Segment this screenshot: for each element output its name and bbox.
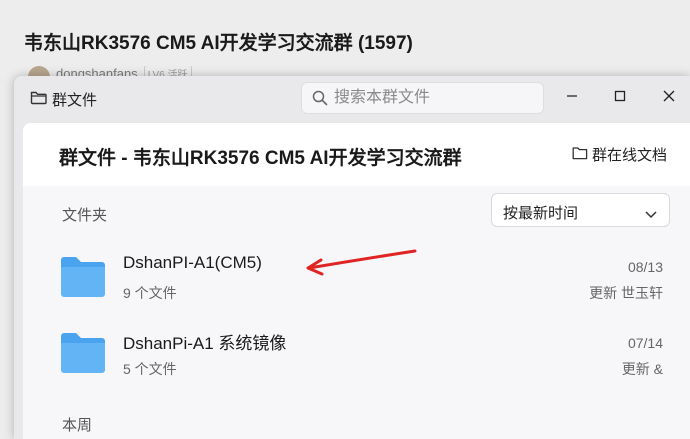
search-box[interactable] (301, 82, 544, 114)
close-button[interactable] (654, 85, 684, 111)
folder-date: 07/14 (627, 335, 663, 351)
folder-name: DshanPi-A1 系统镜像 (123, 334, 287, 353)
folder-updated-by: 更新 & (621, 361, 663, 377)
folder-icon (59, 256, 107, 303)
list-item[interactable]: DshanPi-A1 系统镜像 5 个文件 07/14 更新 & (23, 317, 690, 393)
folder-file-count: 5 个文件 (123, 361, 177, 377)
dialog-titlebar[interactable]: 群文件 (14, 76, 690, 122)
online-docs-label: 群在线文档 (592, 147, 668, 164)
files-panel: 群文件 - 韦东山RK3576 CM5 AI开发学习交流群 群在线文档 文件夹 … (23, 123, 690, 439)
sort-select[interactable]: 按最新时间 (491, 193, 670, 227)
minimize-button[interactable] (557, 85, 587, 111)
sort-label: 按最新时间 (503, 205, 579, 222)
chevron-down-icon (645, 206, 657, 224)
week-section-label: 本周 (62, 417, 93, 434)
folder-name: DshanPI-A1(CM5) (123, 253, 262, 272)
online-docs-button[interactable]: 群在线文档 (572, 144, 667, 165)
folder-icon (59, 332, 107, 379)
maximize-icon (614, 89, 626, 107)
online-doc-icon (572, 146, 588, 164)
close-icon (663, 89, 675, 107)
maximize-button[interactable] (605, 85, 635, 111)
search-icon (312, 90, 328, 106)
folder-file-count: 9 个文件 (123, 285, 177, 301)
folder-date: 08/13 (627, 259, 663, 275)
folder-icon (30, 90, 47, 110)
arrow-annotation (303, 247, 419, 282)
minimize-icon (566, 89, 578, 107)
folder-section-label: 文件夹 (62, 207, 108, 224)
group-files-dialog: 群文件 搜索本群文件 群文件 - 韦东山RK3576 CM5 AI开发学习交流群… (14, 76, 690, 439)
chat-header: 韦东山RK3576 CM5 AI开发学习交流群 (1597) dongshanf… (0, 0, 690, 80)
window-title: 群文件 (52, 92, 98, 109)
page-title: 群文件 - 韦东山RK3576 CM5 AI开发学习交流群 (59, 148, 462, 169)
folder-updated-by: 更新 世玉轩 (589, 285, 663, 301)
chat-title: 韦东山RK3576 CM5 AI开发学习交流群 (1597) (24, 33, 413, 54)
panel-header: 群文件 - 韦东山RK3576 CM5 AI开发学习交流群 群在线文档 (23, 123, 690, 186)
search-input[interactable] (332, 88, 543, 108)
